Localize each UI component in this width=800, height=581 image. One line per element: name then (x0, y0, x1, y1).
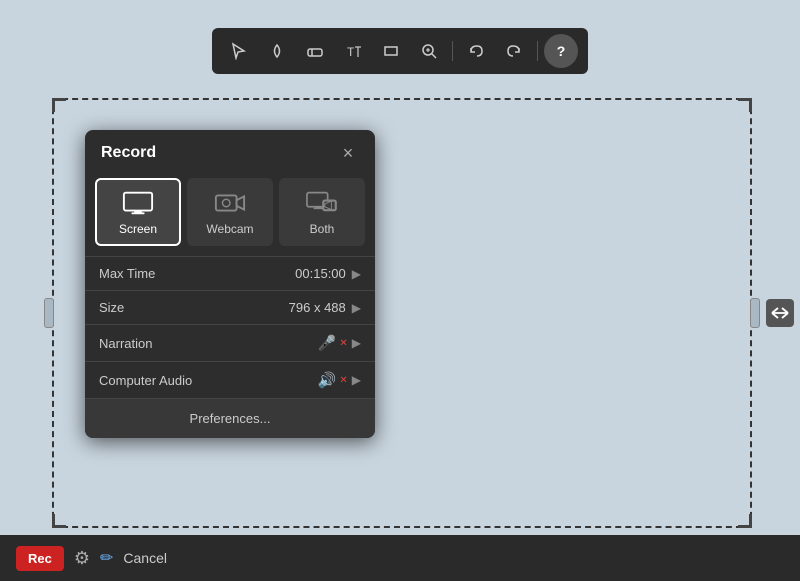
zoom-tool-button[interactable] (412, 34, 446, 68)
narration-label: Narration (99, 336, 318, 351)
mode-screen-button[interactable]: Screen (95, 178, 181, 246)
svg-text:T: T (347, 45, 355, 59)
undo-button[interactable] (459, 34, 493, 68)
settings-section: Max Time 00:15:00 ▶ Size 796 x 488 ▶ Nar… (85, 256, 375, 399)
webcam-mode-icon (214, 190, 246, 216)
mode-webcam-button[interactable]: Webcam (187, 178, 273, 246)
screen-mode-label: Screen (119, 222, 157, 236)
webcam-mode-label: Webcam (206, 222, 253, 236)
size-label: Size (99, 300, 289, 315)
pencil-icon[interactable]: ✏ (100, 548, 113, 568)
both-mode-icon (306, 190, 338, 216)
preferences-button[interactable]: Preferences... (85, 399, 375, 438)
narration-mic-wrap: 🎤 ✕ (318, 334, 348, 352)
max-time-row: Max Time 00:15:00 ▶ (85, 257, 375, 291)
main-toolbar: T ? (212, 28, 588, 74)
narration-row: Narration 🎤 ✕ ▶ (85, 325, 375, 362)
eraser-tool-button[interactable] (298, 34, 332, 68)
settings-gear-icon[interactable]: ⚙ (74, 548, 90, 569)
rec-button[interactable]: Rec (16, 546, 64, 571)
mode-both-button[interactable]: Both (279, 178, 365, 246)
corner-handle-tr[interactable] (738, 98, 752, 112)
narration-mute-icon: ✕ (339, 338, 347, 349)
cancel-button[interactable]: Cancel (123, 550, 167, 566)
narration-arrow[interactable]: ▶ (352, 336, 361, 350)
mode-selection-row: Screen Webcam (85, 174, 375, 256)
size-value: 796 x 488 (289, 300, 346, 315)
computer-audio-row: Computer Audio 🔊 ✕ ▶ (85, 362, 375, 399)
help-button[interactable]: ? (544, 34, 578, 68)
redo-button[interactable] (497, 34, 531, 68)
rect-tool-button[interactable] (374, 34, 408, 68)
both-mode-label: Both (310, 222, 335, 236)
size-arrow[interactable]: ▶ (352, 301, 361, 315)
max-time-value: 00:15:00 (295, 266, 346, 281)
side-handle-left[interactable] (44, 298, 54, 328)
max-time-label: Max Time (99, 266, 295, 281)
dialog-header: Record × (85, 130, 375, 174)
pen-tool-button[interactable] (260, 34, 294, 68)
microphone-icon: 🎤 (318, 334, 337, 352)
record-dialog: Record × Screen We (85, 130, 375, 438)
corner-handle-tl[interactable] (52, 98, 66, 112)
max-time-arrow[interactable]: ▶ (352, 267, 361, 281)
expand-handle[interactable] (766, 299, 794, 327)
bottom-bar: Rec ⚙ ✏ Cancel (0, 535, 800, 581)
dialog-close-button[interactable]: × (337, 142, 359, 164)
select-tool-button[interactable] (222, 34, 256, 68)
preferences-label: Preferences... (190, 411, 271, 426)
size-row: Size 796 x 488 ▶ (85, 291, 375, 325)
toolbar-divider-2 (537, 41, 538, 61)
corner-handle-br[interactable] (738, 514, 752, 528)
text-tool-button[interactable]: T (336, 34, 370, 68)
audio-mute-icon: ✕ (339, 375, 347, 386)
screen-mode-icon (122, 190, 154, 216)
toolbar-divider (452, 41, 453, 61)
dialog-title: Record (101, 144, 156, 162)
audio-icon-wrap: 🔊 ✕ (318, 371, 348, 389)
computer-audio-arrow[interactable]: ▶ (352, 373, 361, 387)
corner-handle-bl[interactable] (52, 514, 66, 528)
side-handle-right[interactable] (750, 298, 760, 328)
computer-audio-label: Computer Audio (99, 373, 318, 388)
speaker-icon: 🔊 (318, 371, 337, 389)
